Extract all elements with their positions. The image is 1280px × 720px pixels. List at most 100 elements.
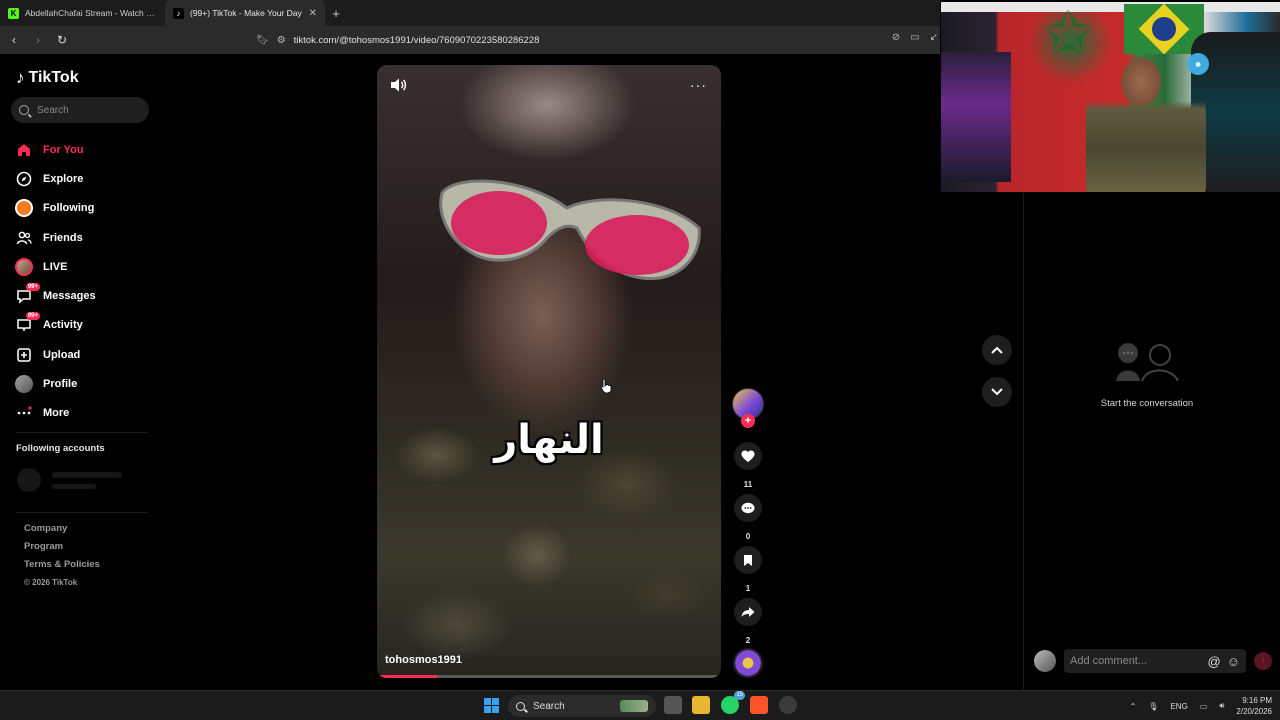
post-comment-button[interactable]: ↑ [1254,652,1272,670]
sidebar-item-more[interactable]: More [15,399,155,428]
compass-icon [15,170,33,188]
network-icon[interactable]: ▭ [1200,702,1208,711]
pc-case-graphic [941,52,1011,182]
chevron-up-icon[interactable]: ⌃ [1130,702,1137,711]
previous-video-button[interactable] [982,335,1012,365]
sidebar-item-label: For You [43,143,84,156]
sidebar-item-activity[interactable]: 99+ Activity [15,311,155,340]
url-field[interactable]: 🔖︎ ⚙︎ tiktok.com/@tohosmos1991/video/760… [256,30,936,50]
heart-icon [734,442,762,470]
file-explorer-icon[interactable] [692,696,710,714]
video-progress-bar[interactable] [380,675,718,678]
browser-tab-bar: K AbdellahChafai Stream - Watch Live : ♪… [0,0,940,26]
sidebar-item-label: Explore [43,172,84,185]
volume-icon[interactable] [389,77,409,95]
messages-icon: 99+ [15,283,40,305]
sidebar-item-profile[interactable]: Profile [15,369,155,398]
friends-icon [15,229,33,247]
kick-icon: K [8,7,19,19]
site-info-icon[interactable]: ⚙︎ [277,35,286,46]
new-tab-button[interactable]: + [325,0,347,26]
system-tray: ⌃ 🎙︎ ENG ▭ 🔊︎ 9:16 PM 2/20/2026 [1130,695,1272,717]
clock-date: 2/20/2026 [1236,707,1272,716]
home-icon [15,141,33,159]
messages-badge: 99+ [25,283,40,292]
address-bar-row: ‹ › ↻ 🔖︎ ⚙︎ tiktok.com/@tohosmos1991/vid… [0,26,940,54]
extension-icon[interactable]: ↙ [930,32,938,43]
sidebar-item-following[interactable]: Following [15,194,155,223]
microphone-icon[interactable]: 🎙︎ [1148,702,1158,711]
search-input[interactable]: Search [11,97,149,123]
sidebar-item-messages[interactable]: 99+ Messages [15,281,155,310]
mention-icon[interactable]: @ [1208,654,1221,669]
back-button[interactable]: ‹ [4,30,24,50]
task-view-icon[interactable] [664,696,682,714]
activity-badge: 99+ [25,312,40,321]
loading-line-placeholder [52,484,96,489]
forward-button[interactable]: › [28,30,48,50]
app-icon[interactable] [779,696,797,714]
tiktok-note-icon: ♪ [16,68,25,87]
clock[interactable]: 9:16 PM 2/20/2026 [1236,695,1272,717]
streamer-webcam-overlay: ✩ ◉ [941,2,1280,192]
bookmark-icon [734,546,762,574]
whatsapp-badge: 15 [734,691,745,700]
comment-button[interactable]: 0 [734,494,762,541]
speaker-icon[interactable]: 🔊︎ [1219,701,1224,711]
sidebar-item-upload[interactable]: Upload [15,340,155,369]
empty-comments-text: Start the conversation [1100,398,1194,409]
sidebar-item-live[interactable]: LIVE [15,252,155,281]
comment-input[interactable]: Add comment... @ ☺ [1064,649,1246,673]
tab-title: (99+) TikTok - Make Your Day [190,8,302,18]
share-count: 2 [745,636,751,645]
music-disc-icon[interactable] [733,648,763,678]
sidebar-item-friends[interactable]: Friends [15,223,155,252]
video-username[interactable]: tohosmos1991 [385,654,462,666]
tab-title: AbdellahChafai Stream - Watch Live : [25,8,157,18]
user-avatar [1034,650,1056,672]
whatsapp-icon[interactable]: 15 [721,691,745,714]
more-icon [15,404,33,422]
footer-link-program[interactable]: Program [24,538,100,556]
sidebar-item-label: More [43,407,70,420]
footer-link-company[interactable]: Company [24,520,100,538]
url-text: tiktok.com/@tohosmos1991/video/760907022… [293,34,540,46]
footer-link-terms[interactable]: Terms & Policies [24,556,100,574]
tiktok-logo[interactable]: ♪ TikTok [16,68,79,88]
webcam-wall [941,2,1280,12]
share-button[interactable]: 2 [734,598,762,645]
cast-icon[interactable]: ▭ [910,32,919,43]
follow-plus-button[interactable]: + [741,414,755,428]
search-icon [516,701,525,711]
clock-time: 9:16 PM [1242,696,1272,705]
save-button[interactable]: 1 [734,546,762,593]
sidebar-item-explore[interactable]: Explore [15,164,155,193]
close-icon[interactable]: ✕ [309,8,317,19]
sidebar-item-label: Following [43,202,95,215]
comment-icon [734,494,762,522]
empty-comments-illustration [1116,343,1179,382]
brave-browser-icon[interactable] [750,696,768,714]
bookmark-icon[interactable]: 🔖︎ [256,35,269,46]
sidebar-item-label: Messages [43,290,96,303]
search-icon [19,105,29,115]
activity-icon: 99+ [15,312,40,334]
start-button[interactable] [484,698,499,713]
loading-avatar-placeholder [17,468,41,492]
profile-avatar-icon [15,375,33,394]
comment-placeholder: Add comment... [1070,655,1148,667]
tab-kick-stream[interactable]: K AbdellahChafai Stream - Watch Live : [0,0,165,26]
video-player[interactable]: ··· النهار tohosmos1991 [377,65,721,678]
language-indicator[interactable]: ENG [1170,702,1187,711]
sidebar-item-for-you[interactable]: For You [15,135,155,164]
taskbar-search[interactable]: Search [508,695,656,717]
reload-button[interactable]: ↻ [52,30,72,50]
like-button[interactable]: 11 [734,442,762,489]
next-video-button[interactable] [982,377,1012,407]
tab-tiktok[interactable]: ♪ (99+) TikTok - Make Your Day ✕ [165,0,325,26]
sidebar-item-label: Friends [43,231,83,244]
comment-count: 0 [745,532,751,541]
video-more-icon[interactable]: ··· [690,77,707,93]
emoji-icon[interactable]: ☺ [1227,654,1240,669]
reader-mode-icon[interactable]: ⊘ [892,32,900,43]
